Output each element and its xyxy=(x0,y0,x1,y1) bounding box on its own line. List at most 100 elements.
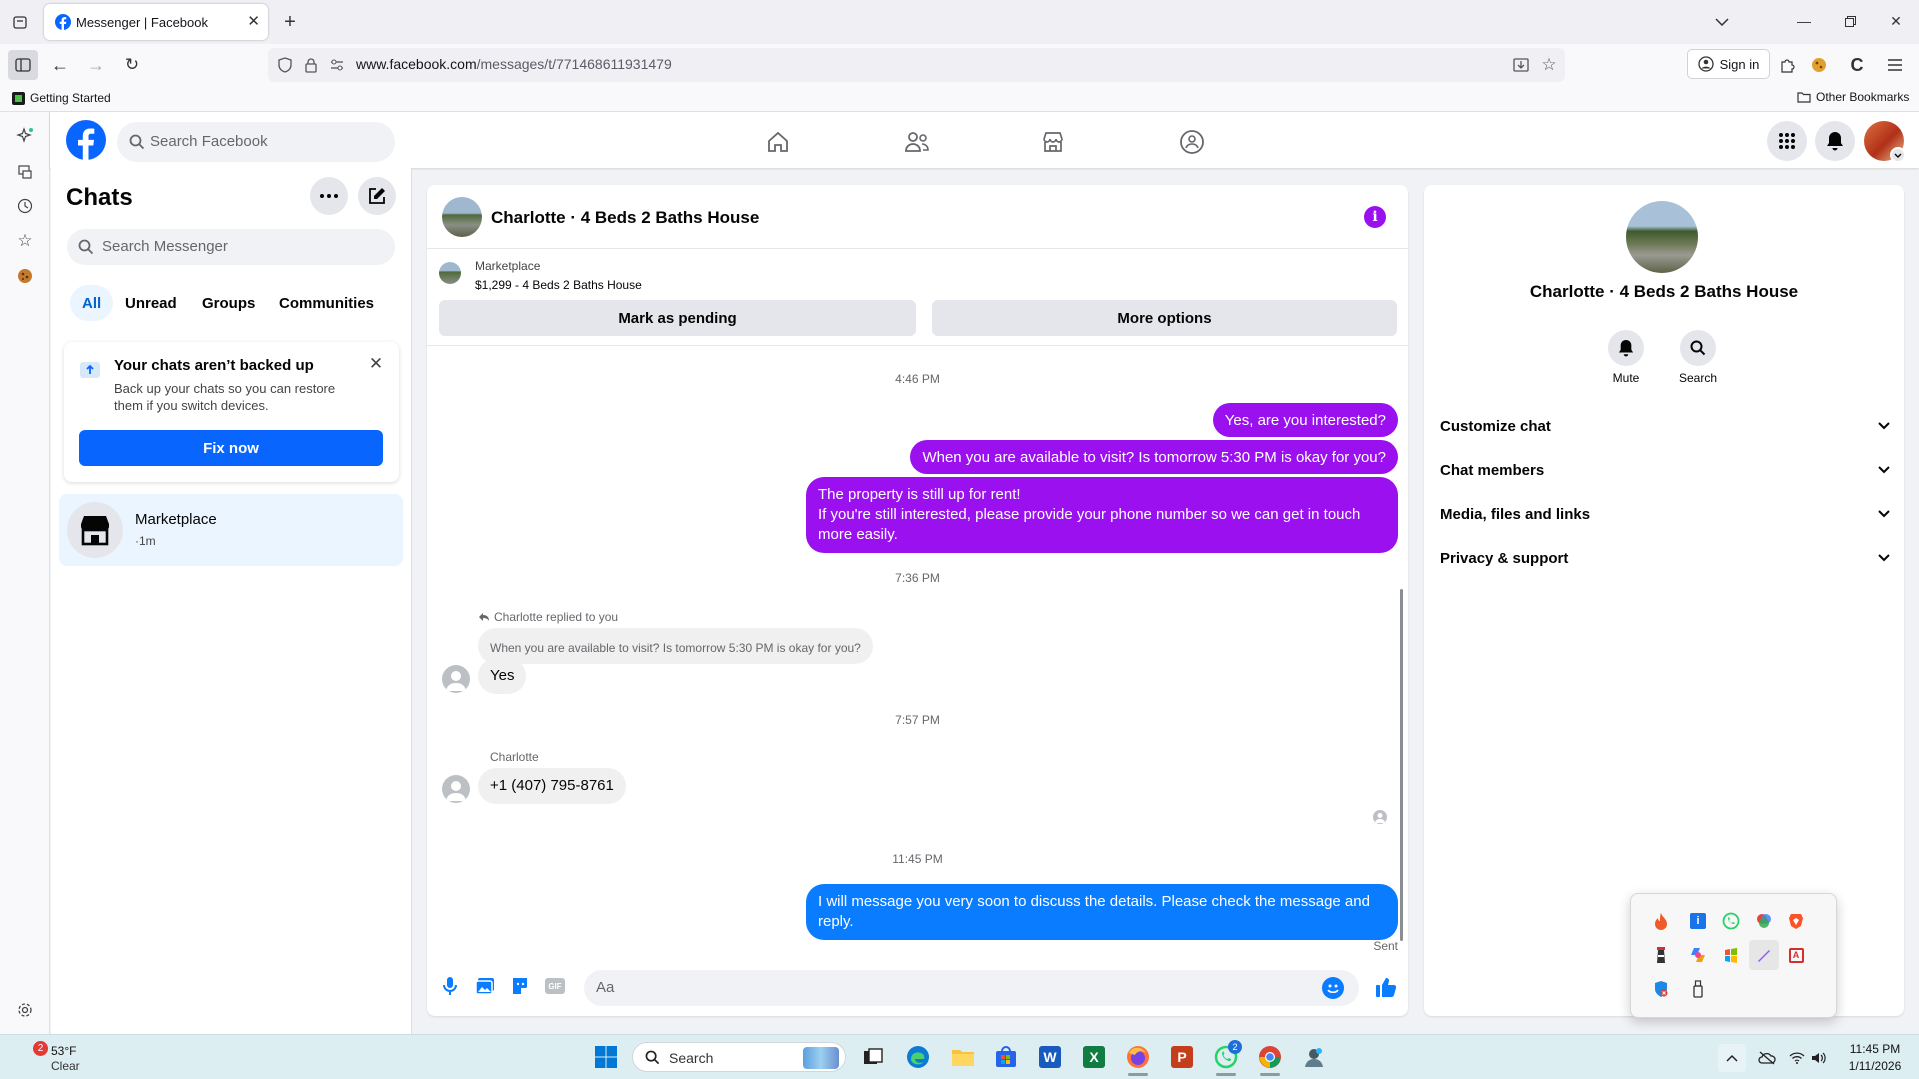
thumbs-up-icon[interactable] xyxy=(1372,973,1400,1001)
bookmark-star-icon[interactable]: ☆ xyxy=(1539,55,1559,75)
facebook-search-input[interactable]: Search Facebook xyxy=(117,122,395,162)
more-options-button[interactable]: More options xyxy=(932,300,1397,336)
listing-title[interactable]: $1,299 - 4 Beds 2 Baths House xyxy=(475,278,642,292)
menu-grid-button[interactable] xyxy=(1767,121,1807,161)
shield-icon[interactable] xyxy=(276,56,294,74)
wifi-icon[interactable] xyxy=(1786,1046,1808,1070)
new-tab-icon[interactable]: + xyxy=(278,10,302,34)
mute-button[interactable] xyxy=(1608,330,1644,366)
restore-window-icon[interactable] xyxy=(1838,6,1862,36)
conversation-info-icon[interactable]: i xyxy=(1364,206,1386,228)
powerpoint-icon[interactable]: P xyxy=(1166,1041,1198,1073)
attach-photo-icon[interactable] xyxy=(472,973,498,999)
conversation-title[interactable]: Charlotte · 4 Beds 2 Baths House xyxy=(491,208,759,228)
ai-chatbot-icon[interactable] xyxy=(13,124,37,148)
section-customize-chat[interactable]: Customize chat xyxy=(1440,406,1890,446)
message-input[interactable]: Aa xyxy=(584,970,1359,1006)
cloud-offline-icon[interactable] xyxy=(1755,1046,1779,1070)
facebook-logo-icon[interactable] xyxy=(66,120,106,160)
notifications-button[interactable] xyxy=(1815,121,1855,161)
filter-unread[interactable]: Unread xyxy=(113,285,189,321)
home-nav-icon[interactable] xyxy=(760,124,796,160)
sidebar-toggle-icon[interactable] xyxy=(8,50,38,80)
groups-nav-icon[interactable] xyxy=(1174,124,1210,160)
messenger-search-input[interactable]: Search Messenger xyxy=(67,229,395,265)
message-bubble-outgoing[interactable]: Yes, are you interested? xyxy=(1212,403,1398,437)
permissions-icon[interactable] xyxy=(328,56,346,74)
message-bubble-outgoing[interactable]: I will message you very soon to discuss … xyxy=(806,884,1398,940)
show-hidden-icons-button[interactable] xyxy=(1718,1044,1746,1072)
start-button[interactable] xyxy=(590,1041,622,1073)
section-chat-members[interactable]: Chat members xyxy=(1440,450,1890,490)
browser-tab[interactable]: Messenger | Facebook ✕ xyxy=(44,4,268,40)
filter-communities[interactable]: Communities xyxy=(267,285,386,321)
extension-puzzle-icon[interactable] xyxy=(1776,54,1798,76)
tab-close-icon[interactable]: ✕ xyxy=(247,12,260,30)
gif-icon[interactable]: GIF xyxy=(542,974,568,998)
mark-as-pending-button[interactable]: Mark as pending xyxy=(439,300,916,336)
security-tray-icon[interactable] xyxy=(1646,974,1676,1004)
forward-icon[interactable]: → xyxy=(84,52,108,78)
sticker-icon[interactable] xyxy=(507,973,533,999)
taskbar-search-input[interactable]: Search xyxy=(632,1042,846,1072)
sign-in-button[interactable]: Sign in xyxy=(1687,49,1770,79)
volume-icon[interactable] xyxy=(1808,1046,1830,1070)
voice-clip-icon[interactable] xyxy=(437,973,463,999)
close-window-icon[interactable]: ✕ xyxy=(1884,6,1908,36)
bookmark-getting-started[interactable]: Getting Started xyxy=(12,91,111,105)
filter-groups[interactable]: Groups xyxy=(190,285,267,321)
emoji-icon[interactable] xyxy=(1322,977,1344,999)
microsoft-store-icon[interactable] xyxy=(990,1041,1022,1073)
usb-drive-tray-icon[interactable] xyxy=(1683,974,1713,1004)
flame-app-icon[interactable] xyxy=(1646,906,1676,936)
windows-store-tray-icon[interactable] xyxy=(1716,940,1746,970)
brave-tray-icon[interactable] xyxy=(1781,906,1811,936)
minimize-window-icon[interactable]: — xyxy=(1792,6,1816,36)
filter-all[interactable]: All xyxy=(70,285,114,321)
customize-sidebar-icon[interactable] xyxy=(13,998,37,1022)
download-page-icon[interactable] xyxy=(1511,55,1531,75)
system-clock[interactable]: 11:45 PM 1/11/2026 xyxy=(1838,1042,1912,1073)
task-view-icon[interactable] xyxy=(857,1041,889,1073)
whatsapp-tray-icon[interactable] xyxy=(1716,906,1746,936)
extension-cookie-icon[interactable] xyxy=(1808,54,1830,76)
pdf-app-icon[interactable]: A xyxy=(1781,940,1811,970)
contact-profile-photo[interactable] xyxy=(1626,201,1698,273)
quoted-message[interactable]: When you are available to visit? Is tomo… xyxy=(478,628,873,664)
account-chevron-icon[interactable] xyxy=(1890,147,1906,163)
message-bubble-outgoing[interactable]: The property is still up for rent! If yo… xyxy=(806,477,1398,553)
message-bubble-incoming[interactable]: Yes xyxy=(478,658,527,694)
app-icon[interactable] xyxy=(1298,1041,1330,1073)
app-menu-icon[interactable] xyxy=(1884,54,1906,76)
edge-icon[interactable] xyxy=(902,1041,934,1073)
back-icon[interactable]: ← xyxy=(48,52,72,78)
friends-nav-icon[interactable] xyxy=(899,124,935,160)
word-icon[interactable]: W xyxy=(1034,1041,1066,1073)
message-bubble-outgoing[interactable]: When you are available to visit? Is tomo… xyxy=(910,440,1398,474)
lighthouse-app-icon[interactable] xyxy=(1646,940,1676,970)
message-bubble-incoming[interactable]: +1 (407) 795-8761 xyxy=(478,768,626,804)
bookmarks-icon[interactable]: ☆ xyxy=(13,229,37,253)
messages-scrollbar[interactable] xyxy=(1400,589,1403,941)
new-message-button[interactable] xyxy=(358,177,396,215)
list-all-tabs-icon[interactable] xyxy=(1710,10,1734,34)
cookie-extension-icon[interactable] xyxy=(13,264,37,288)
contact-avatar[interactable] xyxy=(442,197,482,237)
copilot-tray-icon[interactable] xyxy=(1683,940,1713,970)
file-explorer-icon[interactable] xyxy=(947,1041,979,1073)
chats-options-button[interactable] xyxy=(310,177,348,215)
marketplace-nav-icon[interactable] xyxy=(1035,124,1071,160)
chrome-icon[interactable] xyxy=(1254,1041,1286,1073)
other-bookmarks[interactable]: Other Bookmarks xyxy=(1797,90,1909,104)
synced-tabs-icon[interactable] xyxy=(13,160,37,184)
fix-now-button[interactable]: Fix now xyxy=(79,430,383,466)
section-media-files-links[interactable]: Media, files and links xyxy=(1440,494,1890,534)
firefox-icon[interactable] xyxy=(1122,1041,1154,1073)
lock-icon[interactable] xyxy=(302,56,320,74)
search-conversation-button[interactable] xyxy=(1680,330,1716,366)
pen-app-icon[interactable] xyxy=(1749,940,1779,970)
history-icon[interactable] xyxy=(13,194,37,218)
url-text[interactable]: www.facebook.com/messages/t/771468611931… xyxy=(356,56,672,72)
color-app-icon[interactable] xyxy=(1749,906,1779,936)
chat-list-item[interactable]: Marketplace ·1m xyxy=(59,494,403,566)
